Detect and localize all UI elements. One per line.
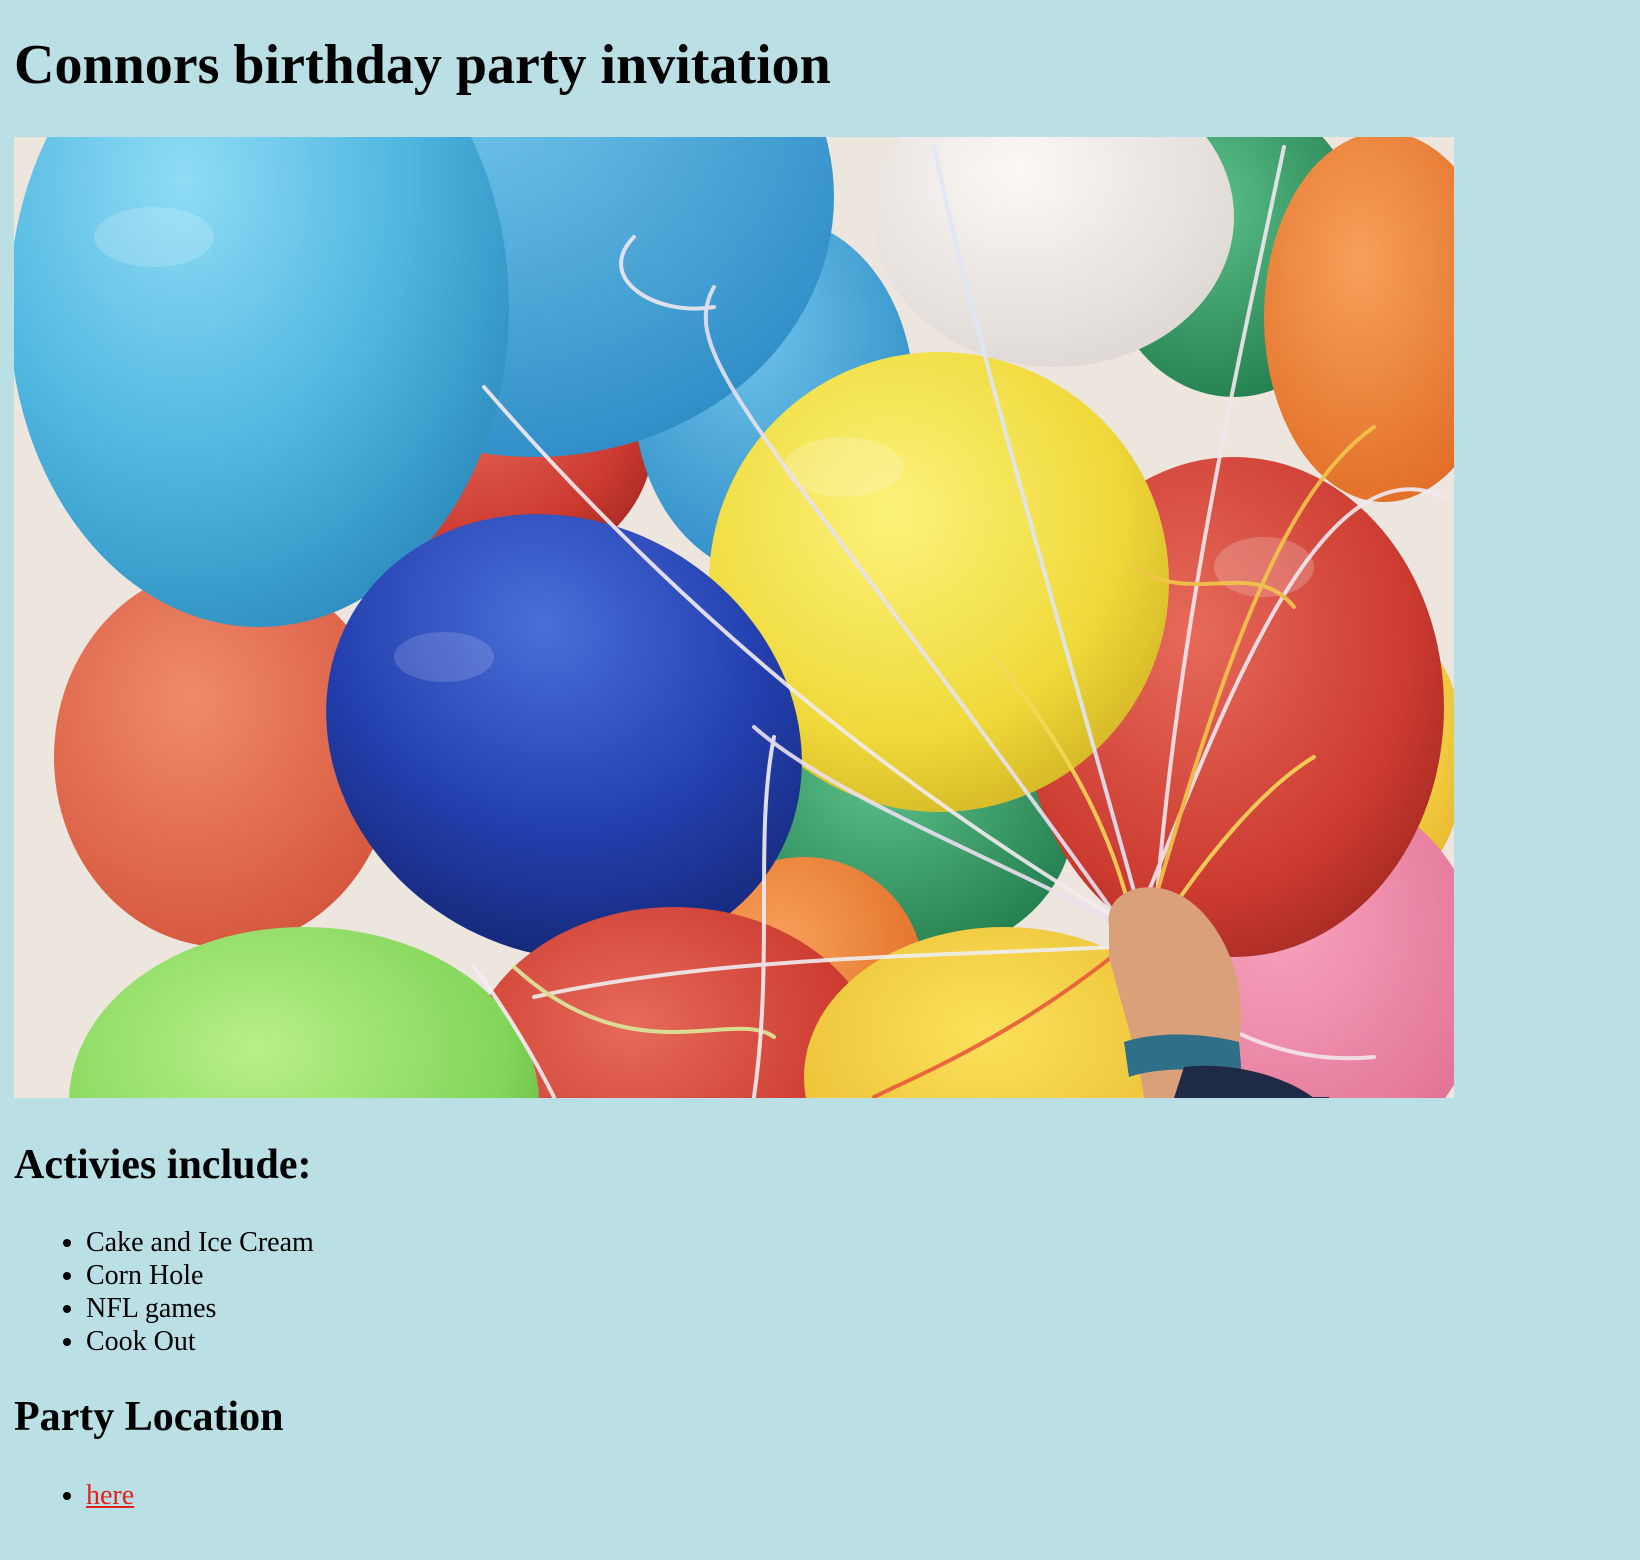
list-item: Cake and Ice Cream	[86, 1226, 314, 1259]
location-heading: Party Location	[14, 1394, 284, 1440]
location-link[interactable]: here	[86, 1480, 134, 1511]
activities-heading: Activies include:	[14, 1142, 312, 1188]
list-item: Corn Hole	[86, 1259, 314, 1292]
balloons-image	[14, 137, 1454, 1098]
page-title: Connors birthday party invitation	[14, 34, 831, 96]
list-item: here	[86, 1479, 134, 1512]
activities-list: Cake and Ice Cream Corn Hole NFL games C…	[14, 1226, 314, 1358]
location-list: here	[14, 1479, 134, 1512]
list-item: Cook Out	[86, 1325, 314, 1358]
list-item: NFL games	[86, 1292, 314, 1325]
